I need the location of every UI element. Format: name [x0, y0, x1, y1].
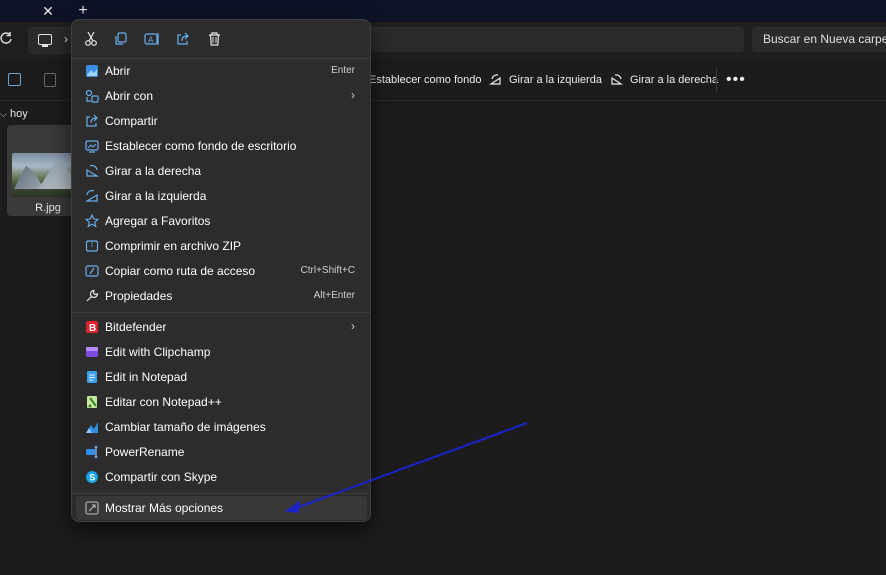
rotate-left-button[interactable]: Girar a la izquierda: [489, 59, 602, 101]
chevron-right-icon: ›: [351, 88, 355, 102]
image-resizer-icon: [84, 419, 100, 435]
menu-item-label: Abrir con: [105, 89, 154, 103]
delete-icon[interactable]: [203, 28, 225, 50]
context-menu: A Abrir Enter Abrir con › Compartir Esta…: [71, 19, 371, 522]
menu-item-skype[interactable]: S Compartir con Skype: [76, 465, 367, 489]
more-options-icon: [84, 500, 100, 516]
menu-item-abrir-con[interactable]: Abrir con ›: [76, 84, 367, 108]
copy-icon[interactable]: [8, 73, 21, 86]
svg-text:B: B: [89, 323, 96, 334]
menu-item-comprimir-zip[interactable]: Comprimir en archivo ZIP: [76, 234, 367, 258]
menu-item-label: Mostrar Más opciones: [105, 501, 224, 515]
menu-item-cambiar-tamano[interactable]: Cambiar tamaño de imágenes: [76, 415, 367, 439]
menu-item-mostrar-mas-opciones[interactable]: Mostrar Más opciones: [76, 496, 367, 520]
clipchamp-icon: [84, 344, 100, 360]
shortcut-label: Ctrl+Shift+C: [300, 265, 355, 276]
more-options-icon[interactable]: •••: [726, 71, 746, 89]
quick-actions-row: A: [72, 20, 372, 58]
chevron-down-icon: ⌵: [0, 109, 7, 119]
menu-item-label: Copiar como ruta de acceso: [105, 264, 256, 278]
refresh-icon[interactable]: [0, 31, 14, 49]
monitor-icon: [38, 34, 52, 47]
menu-separator: [72, 312, 370, 313]
close-tab-icon[interactable]: ✕: [38, 1, 58, 21]
notepad-icon: [84, 369, 100, 385]
svg-text:S: S: [89, 473, 95, 483]
menu-item-clipchamp[interactable]: Edit with Clipchamp: [76, 340, 367, 364]
cut-icon[interactable]: [80, 28, 102, 50]
menu-item-bitdefender[interactable]: B Bitdefender ›: [76, 315, 367, 339]
share-icon: [84, 113, 100, 129]
menu-item-label: Abrir: [105, 64, 131, 78]
file-tile[interactable]: R.jpg: [7, 125, 73, 216]
menu-item-notepad-plus-plus[interactable]: Editar con Notepad++: [76, 390, 367, 414]
menu-item-favoritos[interactable]: Agregar a Favoritos: [76, 209, 367, 233]
rotate-right-icon: [84, 163, 100, 179]
menu-item-label: Girar a la derecha: [105, 164, 202, 178]
bitdefender-icon: B: [84, 319, 100, 335]
rename-icon[interactable]: A: [141, 28, 163, 50]
menu-separator: [72, 493, 370, 494]
svg-text:A: A: [148, 36, 154, 45]
command-separator: [716, 68, 717, 92]
chevron-right-icon: ›: [351, 319, 355, 333]
address-field[interactable]: [360, 27, 744, 52]
menu-item-label: Compartir: [105, 114, 158, 128]
rotate-right-button[interactable]: Girar a la derecha: [610, 59, 718, 101]
rotate-right-label: Girar a la derecha: [630, 74, 719, 86]
menu-item-copiar-ruta[interactable]: Copiar como ruta de acceso Ctrl+Shift+C: [76, 259, 367, 283]
menu-item-label: Agregar a Favoritos: [105, 214, 211, 228]
menu-item-label: Cambiar tamaño de imágenes: [105, 420, 266, 434]
set-wallpaper-label: Establecer como fondo: [369, 74, 482, 86]
menu-item-powerrename[interactable]: PowerRename: [76, 440, 367, 464]
copy-path-icon: [84, 263, 100, 279]
menu-item-propiedades[interactable]: Propiedades Alt+Enter: [76, 284, 367, 308]
menu-item-label: Bitdefender: [105, 320, 167, 334]
star-icon: [84, 213, 100, 229]
file-thumbnail: [12, 153, 73, 197]
this-pc-button[interactable]: ›: [28, 27, 74, 54]
menu-item-notepad[interactable]: Edit in Notepad: [76, 365, 367, 389]
menu-item-abrir[interactable]: Abrir Enter: [76, 59, 367, 83]
menu-item-establecer-fondo[interactable]: Establecer como fondo de escritorio: [76, 134, 367, 158]
group-label: hoy: [10, 108, 28, 120]
open-image-icon: [84, 63, 100, 79]
menu-item-label: Establecer como fondo de escritorio: [105, 139, 297, 153]
skype-icon: S: [84, 469, 100, 485]
shortcut-label: Enter: [331, 65, 355, 76]
rotate-right-icon: [611, 74, 623, 85]
menu-item-compartir[interactable]: Compartir: [76, 109, 367, 133]
open-with-icon: [84, 88, 100, 104]
menu-item-label: Comprimir en archivo ZIP: [105, 239, 242, 253]
rotate-left-icon: [84, 188, 100, 204]
menu-item-label: Edit in Notepad: [105, 370, 188, 384]
power-rename-icon: [84, 444, 100, 460]
menu-item-label: Compartir con Skype: [105, 470, 218, 484]
zip-icon: [84, 238, 100, 254]
menu-item-label: Editar con Notepad++: [105, 395, 222, 409]
shortcut-label: Alt+Enter: [313, 290, 355, 301]
copy-icon[interactable]: [110, 28, 132, 50]
menu-item-label: PowerRename: [105, 445, 185, 459]
notepad-plus-plus-icon: [84, 394, 100, 410]
rotate-left-icon: [489, 74, 501, 85]
menu-item-girar-derecha[interactable]: Girar a la derecha: [76, 159, 367, 183]
chevron-right-icon[interactable]: ›: [64, 32, 68, 46]
share-icon[interactable]: [172, 28, 194, 50]
search-input[interactable]: Buscar en Nueva carpeta: [752, 27, 886, 52]
wallpaper-icon: [84, 138, 100, 154]
paste-icon[interactable]: [44, 73, 56, 87]
menu-item-label: Edit with Clipchamp: [105, 345, 211, 359]
new-tab-button[interactable]: +: [73, 1, 93, 21]
menu-item-label: Girar a la izquierda: [105, 189, 207, 203]
set-wallpaper-button[interactable]: Establecer como fondo: [369, 59, 482, 101]
menu-item-girar-izquierda[interactable]: Girar a la izquierda: [76, 184, 367, 208]
wrench-icon: [84, 288, 100, 304]
rotate-left-label: Girar a la izquierda: [509, 74, 602, 86]
group-header-today[interactable]: ⌵ hoy: [0, 108, 28, 120]
menu-item-label: Propiedades: [105, 289, 173, 303]
